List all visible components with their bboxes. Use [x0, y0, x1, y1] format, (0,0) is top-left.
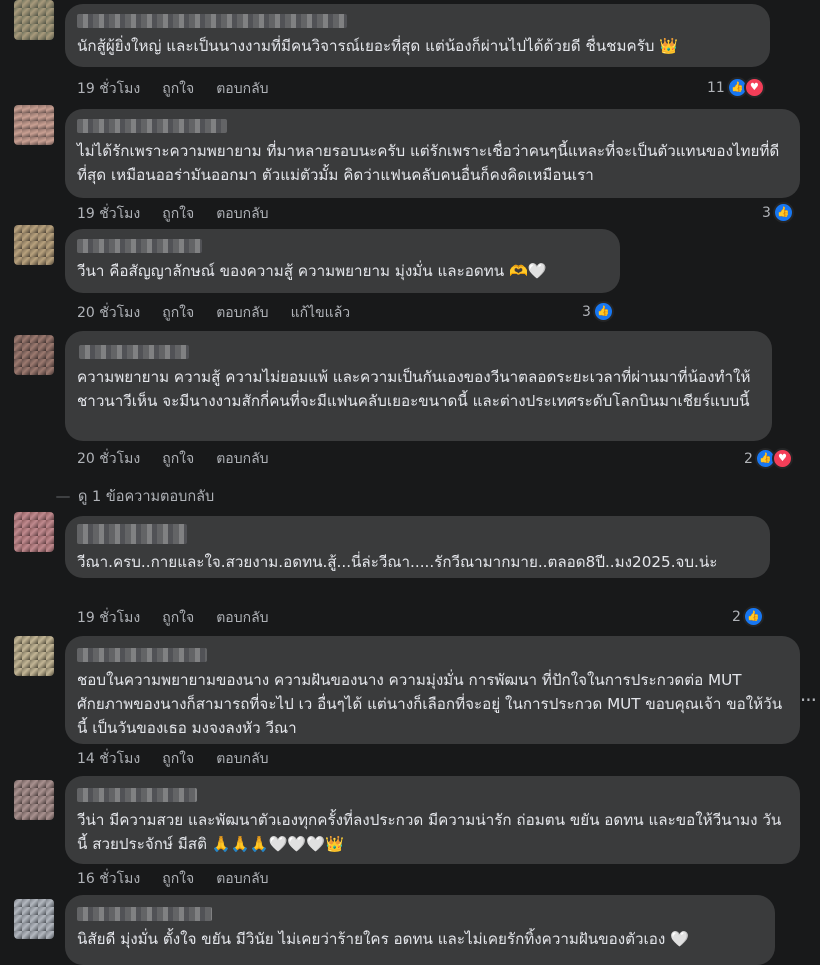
- avatar[interactable]: [14, 899, 54, 939]
- thread-line: [56, 495, 70, 498]
- timestamp[interactable]: 14 ชั่วโมง: [77, 748, 140, 770]
- commenter-name-blurred[interactable]: [77, 119, 227, 133]
- comment-bubble: นิสัยดี มุ่งมั่น ตั้งใจ ขยัน มีวินัย ไม่…: [65, 895, 775, 965]
- reaction-summary[interactable]: 3 👍: [582, 301, 614, 322]
- like-button[interactable]: ถูกใจ: [162, 868, 194, 890]
- reaction-count: 2: [744, 450, 753, 467]
- reply-button[interactable]: ตอบกลับ: [216, 448, 268, 470]
- like-icon: 👍: [772, 202, 794, 223]
- reply-button[interactable]: ตอบกลับ: [216, 748, 268, 770]
- reply-button[interactable]: ตอบกลับ: [216, 78, 268, 100]
- commenter-name-blurred[interactable]: [77, 648, 207, 662]
- love-icon: ♥: [743, 77, 765, 98]
- comment-actions: 16 ชั่วโมง ถูกใจ ตอบกลับ: [77, 868, 269, 890]
- reaction-count: 11: [707, 79, 725, 96]
- comment-text: ความพยายาม ความสู้ ความไม่ยอมแพ้ และความ…: [77, 368, 751, 410]
- like-button[interactable]: ถูกใจ: [162, 302, 194, 324]
- reaction-summary[interactable]: 11 👍 ♥: [707, 77, 765, 98]
- reply-button[interactable]: ตอบกลับ: [216, 607, 268, 629]
- view-replies-link[interactable]: ดู 1 ข้อความตอบกลับ: [56, 485, 214, 508]
- reaction-count: 3: [582, 303, 591, 320]
- avatar[interactable]: [14, 225, 54, 265]
- comment-text: วีน่า มีความสวย และพัฒนาตัวเองทุกครั้งที…: [77, 811, 782, 853]
- avatar[interactable]: [14, 512, 54, 552]
- comment-actions: 20 ชั่วโมง ถูกใจ ตอบกลับ: [77, 448, 269, 470]
- reaction-count: 2: [732, 608, 741, 625]
- comment-actions: 19 ชั่วโมง ถูกใจ ตอบกลับ: [77, 203, 269, 225]
- reply-button[interactable]: ตอบกลับ: [216, 302, 268, 324]
- comment-actions: 14 ชั่วโมง ถูกใจ ตอบกลับ: [77, 748, 269, 770]
- comment-text: วีณา.ครบ..กายและใจ.สวยงาม.อดทน.สู้...นี่…: [77, 553, 718, 571]
- reaction-summary[interactable]: 2 👍 ♥: [744, 448, 793, 469]
- comment-actions: 19 ชั่วโมง ถูกใจ ตอบกลับ: [77, 607, 269, 629]
- avatar[interactable]: [14, 636, 54, 676]
- comment-bubble: วีนา คือสัญญาลักษณ์ ของความสู้ ความพยายา…: [65, 229, 620, 293]
- like-button[interactable]: ถูกใจ: [162, 607, 194, 629]
- like-icon: 👍: [742, 606, 764, 627]
- comment-bubble: นักสู้ผู้ยิ่งใหญ่ และเป็นนางงามที่มีคนวิ…: [65, 4, 770, 67]
- more-options-icon[interactable]: ···: [800, 688, 817, 712]
- comment-bubble: วีน่า มีความสวย และพัฒนาตัวเองทุกครั้งที…: [65, 776, 800, 864]
- avatar[interactable]: [14, 0, 54, 40]
- like-button[interactable]: ถูกใจ: [162, 78, 194, 100]
- comment-actions: 20 ชั่วโมง ถูกใจ ตอบกลับ แก้ไขแล้ว: [77, 302, 350, 324]
- commenter-name-blurred[interactable]: [79, 345, 189, 359]
- comment-bubble: ไม่ได้รักเพราะความพยายาม ที่มาหลายรอบนะค…: [65, 109, 800, 198]
- comment-text: ไม่ได้รักเพราะความพยายาม ที่มาหลายรอบนะค…: [77, 142, 780, 184]
- commenter-name-blurred[interactable]: [77, 239, 202, 253]
- love-icon: ♥: [771, 448, 793, 469]
- comment-text: ชอบในความพยายามของนาง ความฝันของนาง ความ…: [77, 671, 783, 737]
- timestamp[interactable]: 19 ชั่วโมง: [77, 78, 140, 100]
- comment-text: วีนา คือสัญญาลักษณ์ ของความสู้ ความพยายา…: [77, 262, 547, 280]
- comment-text: นิสัยดี มุ่งมั่น ตั้งใจ ขยัน มีวินัย ไม่…: [77, 930, 689, 948]
- avatar[interactable]: [14, 335, 54, 375]
- reply-button[interactable]: ตอบกลับ: [216, 868, 268, 890]
- edited-label: แก้ไขแล้ว: [290, 305, 351, 321]
- commenter-name-blurred[interactable]: [77, 14, 347, 28]
- comment-bubble: วีณา.ครบ..กายและใจ.สวยงาม.อดทน.สู้...นี่…: [65, 516, 770, 578]
- reaction-summary[interactable]: 3 👍: [762, 202, 794, 223]
- avatar[interactable]: [14, 105, 54, 145]
- like-button[interactable]: ถูกใจ: [162, 203, 194, 225]
- reaction-summary[interactable]: 2 👍: [732, 606, 764, 627]
- like-button[interactable]: ถูกใจ: [162, 748, 194, 770]
- timestamp[interactable]: 20 ชั่วโมง: [77, 302, 140, 324]
- commenter-name-blurred[interactable]: [77, 524, 187, 544]
- reaction-count: 3: [762, 204, 771, 221]
- commenter-name-blurred[interactable]: [77, 907, 212, 921]
- like-icon: 👍: [592, 301, 614, 322]
- like-button[interactable]: ถูกใจ: [162, 448, 194, 470]
- comment-actions: 19 ชั่วโมง ถูกใจ ตอบกลับ: [77, 78, 269, 100]
- timestamp[interactable]: 19 ชั่วโมง: [77, 203, 140, 225]
- reply-button[interactable]: ตอบกลับ: [216, 203, 268, 225]
- comment-bubble: ชอบในความพยายามของนาง ความฝันของนาง ความ…: [65, 636, 800, 744]
- timestamp[interactable]: 19 ชั่วโมง: [77, 607, 140, 629]
- avatar[interactable]: [14, 780, 54, 820]
- comment-text: นักสู้ผู้ยิ่งใหญ่ และเป็นนางงามที่มีคนวิ…: [77, 37, 679, 55]
- view-replies-label: ดู 1 ข้อความตอบกลับ: [78, 489, 215, 505]
- commenter-name-blurred[interactable]: [77, 788, 197, 802]
- timestamp[interactable]: 20 ชั่วโมง: [77, 448, 140, 470]
- comment-bubble: ความพยายาม ความสู้ ความไม่ยอมแพ้ และความ…: [65, 331, 772, 441]
- timestamp[interactable]: 16 ชั่วโมง: [77, 868, 140, 890]
